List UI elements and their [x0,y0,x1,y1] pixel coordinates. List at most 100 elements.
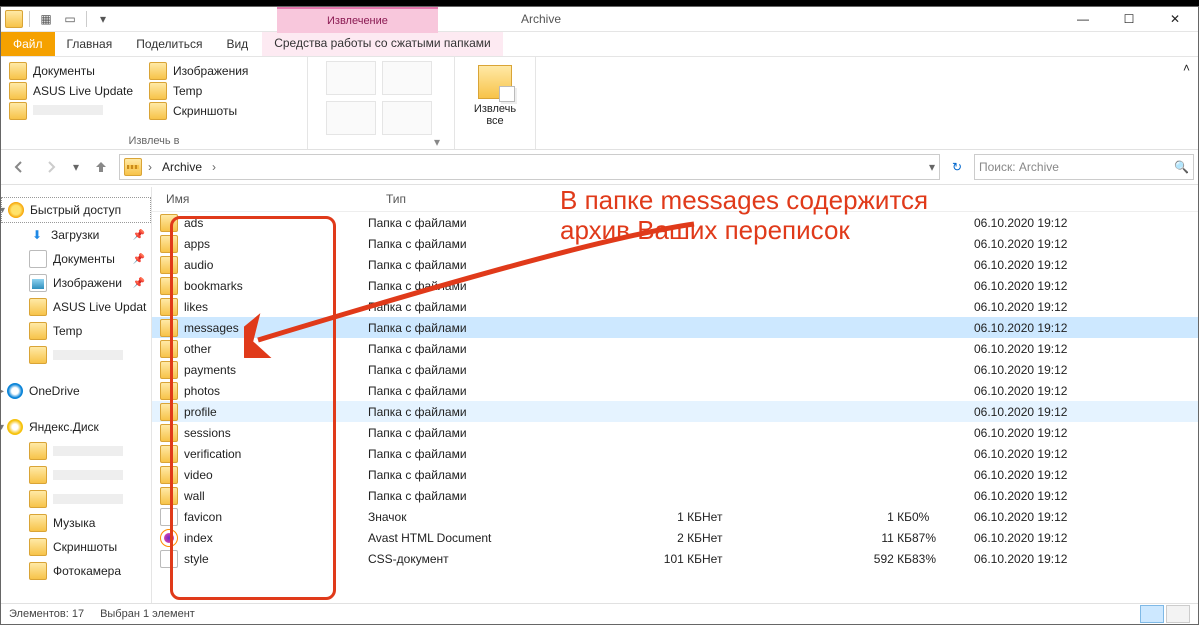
tree-item[interactable]: Скриншоты [1,535,151,559]
tab-file[interactable]: Файл [1,32,55,56]
file-name: likes [184,300,208,314]
file-row[interactable]: videoПапка с файлами06.10.2020 19:12 [152,464,1198,485]
column-type[interactable]: Тип [380,192,638,206]
qat-props-icon[interactable]: ▦ [36,9,56,29]
close-button[interactable]: ✕ [1152,7,1198,31]
od-icon [7,383,23,399]
extract-destination[interactable]: Изображения [149,61,289,81]
file-row[interactable]: indexAvast HTML Document2 КБНет11 КБ87%0… [152,527,1198,548]
file-row[interactable]: otherПапка с файлами06.10.2020 19:12 [152,338,1198,359]
file-row[interactable]: photosПапка с файлами06.10.2020 19:12 [152,380,1198,401]
refresh-button[interactable]: ↻ [944,155,970,179]
file-name: video [184,468,213,482]
address-bar[interactable]: › Archive › ▾ [119,154,940,180]
expand-icon[interactable]: ▾ [1,422,4,433]
folder-icon [29,298,47,316]
file-pwd: Нет [702,552,792,566]
file-size: 11 КБ [792,531,912,545]
nav-up-button[interactable] [87,153,115,181]
view-details-button[interactable] [1140,605,1164,623]
folder-icon [9,102,27,120]
chevron-right-icon[interactable]: › [146,160,154,174]
tree-item[interactable] [1,463,151,487]
search-input[interactable]: Поиск: Archive 🔍 [974,154,1194,180]
column-name[interactable]: Имя [160,192,380,206]
pin-icon: 📌 [133,278,145,289]
chevron-right-icon[interactable]: › [210,160,218,174]
file-row[interactable]: profileПапка с файлами06.10.2020 19:12 [152,401,1198,422]
status-selection: Выбран 1 элемент [100,608,195,620]
tab-view[interactable]: Вид [214,32,260,56]
tree-item[interactable]: Фотокамера [1,559,151,583]
file-row[interactable]: adsПапка с файлами06.10.2020 19:12 [152,212,1198,233]
tab-home[interactable]: Главная [55,32,125,56]
extract-destination[interactable]: Скриншоты [149,101,289,121]
file-row[interactable]: sessionsПапка с файлами06.10.2020 19:12 [152,422,1198,443]
tree-item[interactable]: Temp [1,319,151,343]
file-row[interactable]: styleCSS-документ101 КБНет592 КБ83%06.10… [152,548,1198,569]
breadcrumb-segment[interactable]: Archive [156,155,208,179]
file-size: 1 КБ [792,510,912,524]
file-name: profile [184,405,217,419]
qat-new-folder-icon[interactable]: ▭ [60,9,80,29]
tree-label: Документы [53,252,115,266]
file-row[interactable]: verificationПапка с файлами06.10.2020 19… [152,443,1198,464]
tree-item[interactable] [1,343,151,367]
folder-icon [149,62,167,80]
tab-share[interactable]: Поделиться [124,32,214,56]
view-large-button[interactable] [1166,605,1190,623]
tree-item[interactable]: ▾Быстрый доступ [1,197,151,223]
address-icon [124,158,142,176]
folder-icon [160,298,178,316]
extract-all-button[interactable]: Извлечь все [463,61,527,131]
file-row[interactable]: appsПапка с файлами06.10.2020 19:12 [152,233,1198,254]
destination-label: Скриншоты [173,104,237,118]
file-row[interactable]: bookmarksПапка с файлами06.10.2020 19:12 [152,275,1198,296]
tree-item[interactable]: Изображени📌 [1,271,151,295]
file-row[interactable]: wallПапка с файлами06.10.2020 19:12 [152,485,1198,506]
folder-icon [160,214,178,232]
tree-item[interactable]: ▸OneDrive [1,379,151,403]
tree-item[interactable] [1,439,151,463]
file-ratio: 87% [912,531,974,545]
tab-compressed-tools[interactable]: Средства работы со сжатыми папками [262,32,503,56]
expand-icon[interactable]: ▸ [1,386,4,397]
tree-item[interactable]: ASUS Live Updat [1,295,151,319]
img-icon [29,274,47,292]
file-csize: 2 КБ [614,531,702,545]
extract-destination[interactable]: ASUS Live Update [9,81,149,101]
expand-icon[interactable]: ▾ [1,205,5,216]
extract-destination[interactable] [9,101,149,121]
extract-destination[interactable]: Документы [9,61,149,81]
nav-tree[interactable]: ▾Быстрый доступ⬇Загрузки📌Документы📌Изобр… [1,187,152,604]
file-row[interactable]: audioПапка с файлами06.10.2020 19:12 [152,254,1198,275]
tree-item[interactable]: Музыка [1,511,151,535]
nav-forward-button[interactable] [37,153,65,181]
file-list[interactable]: adsПапка с файлами06.10.2020 19:12appsПа… [152,212,1198,604]
file-row[interactable]: likesПапка с файлами06.10.2020 19:12 [152,296,1198,317]
nav-back-button[interactable] [5,153,33,181]
destination-label: ASUS Live Update [33,84,133,98]
pin-icon: 📌 [133,254,145,265]
recent-thumbs[interactable] [326,61,436,135]
file-row[interactable]: paymentsПапка с файлами06.10.2020 19:12 [152,359,1198,380]
file-row[interactable]: faviconЗначок1 КБНет1 КБ0%06.10.2020 19:… [152,506,1198,527]
tree-item[interactable]: ▾ Яндекс.Диск [1,415,151,439]
tree-label: Яндекс.Диск [29,420,99,434]
collapse-ribbon-icon[interactable]: ˄ [1175,57,1198,149]
tree-item[interactable] [1,487,151,511]
file-type: Папка с файлами [368,363,614,377]
destination-label [33,104,103,118]
expand-gallery-icon[interactable]: ▾ [434,135,446,147]
address-dropdown-icon[interactable]: ▾ [927,160,937,174]
nav-history-icon[interactable]: ▾ [69,153,83,181]
tree-item[interactable]: Документы 📌 [1,247,151,271]
maximize-button[interactable]: ☐ [1106,7,1152,31]
destination-label: Temp [173,84,202,98]
file-row[interactable]: messagesПапка с файлами06.10.2020 19:12 [152,317,1198,338]
extract-destination[interactable]: Temp [149,81,289,101]
qat-dropdown-icon[interactable]: ▾ [93,9,113,29]
folder-icon [160,277,178,295]
minimize-button[interactable]: — [1060,7,1106,31]
tree-item[interactable]: ⬇Загрузки📌 [1,223,151,247]
